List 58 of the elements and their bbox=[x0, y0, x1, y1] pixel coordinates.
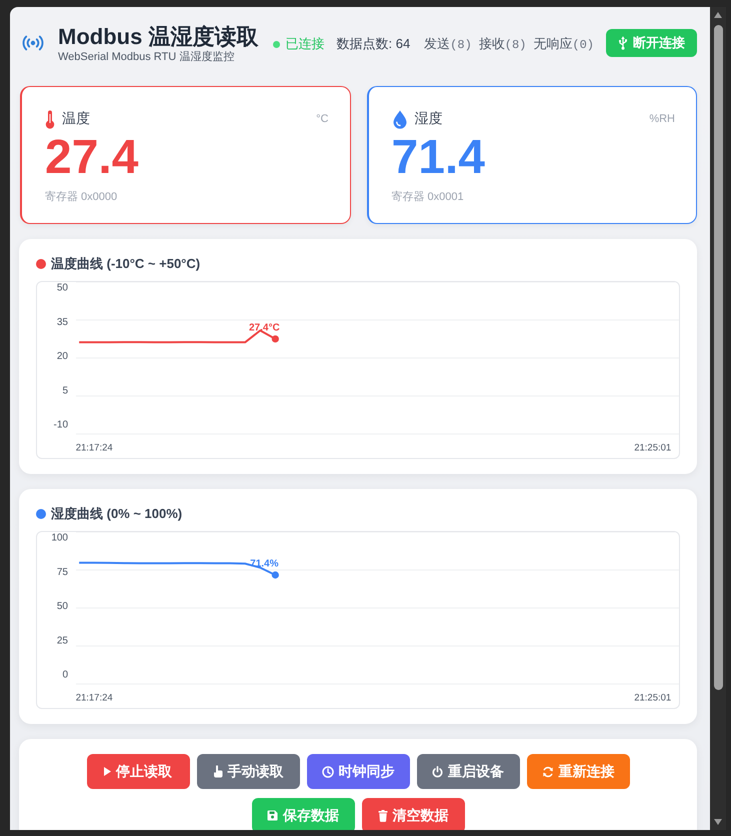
action-button[interactable]: 时钟同步 bbox=[306, 754, 410, 789]
disconnect-button[interactable]: 断开连接 bbox=[606, 29, 697, 57]
counter-label: 接收(8) bbox=[478, 35, 526, 53]
save-icon bbox=[267, 810, 278, 821]
chart-title: 温度曲线 (-10°C ~ +50°C) bbox=[51, 255, 200, 273]
x-axis-label: 21:25:01 bbox=[634, 692, 672, 704]
x-axis-label: 21:17:24 bbox=[76, 442, 113, 454]
action-button[interactable]: 重新连接 bbox=[526, 754, 630, 789]
scrollbar-thumb[interactable] bbox=[714, 25, 722, 690]
action-button[interactable]: 停止读取 bbox=[86, 754, 190, 789]
y-axis-label: 75 bbox=[56, 566, 68, 578]
y-axis-label: 20 bbox=[56, 351, 68, 362]
value-label: 27.4°C bbox=[249, 322, 280, 334]
y-axis-label: 0 bbox=[62, 670, 68, 681]
usb-icon bbox=[618, 36, 628, 50]
sync-icon bbox=[542, 766, 554, 778]
unit-label: %RH bbox=[649, 113, 675, 125]
unit-label: °C bbox=[316, 113, 328, 125]
y-axis-label: 50 bbox=[56, 601, 68, 612]
x-axis-label: 21:25:01 bbox=[634, 442, 672, 454]
x-axis-label: 21:17:24 bbox=[76, 692, 113, 704]
y-axis-label: 25 bbox=[56, 635, 68, 646]
reading-label: 湿度 bbox=[414, 110, 442, 128]
action-button[interactable]: 保存数据 bbox=[252, 798, 354, 830]
chart-title: 湿度曲线 (0% ~ 100%) bbox=[51, 505, 182, 523]
scroll-down-icon[interactable] bbox=[714, 819, 722, 825]
app-title: Modbus 温湿度读取 bbox=[58, 22, 258, 50]
register-label: 寄存器 0x0000 bbox=[45, 190, 118, 204]
counter-label: 无响应(0) bbox=[533, 35, 594, 53]
app-subtitle: WebSerial Modbus RTU 温湿度监控 bbox=[58, 50, 236, 64]
power-icon bbox=[432, 766, 443, 778]
broadcast-icon bbox=[22, 35, 44, 51]
register-label: 寄存器 0x0001 bbox=[392, 190, 465, 204]
action-button[interactable]: 手动读取 bbox=[196, 754, 300, 789]
clock-icon bbox=[322, 766, 334, 778]
thermometer-icon bbox=[45, 110, 55, 128]
value-label: 71.4% bbox=[250, 558, 278, 570]
data-point bbox=[272, 571, 279, 579]
y-axis-label: 100 bbox=[51, 532, 68, 544]
trash-icon bbox=[378, 810, 388, 822]
reading-value: 27.4 bbox=[45, 132, 140, 184]
data-points-count: 数据点数: 64 bbox=[336, 35, 410, 53]
connection-status: 已连接 bbox=[285, 35, 324, 53]
droplet-icon bbox=[392, 110, 408, 128]
y-axis-label: -10 bbox=[54, 420, 68, 431]
y-axis-label: 5 bbox=[62, 385, 68, 396]
reading-value: 71.4 bbox=[392, 132, 486, 184]
action-button[interactable]: 重启设备 bbox=[416, 754, 520, 789]
reading-label: 温度 bbox=[62, 110, 90, 128]
scroll-up-icon[interactable] bbox=[714, 12, 722, 18]
counter-label: 发送(8) bbox=[424, 35, 472, 53]
y-axis-label: 50 bbox=[56, 282, 68, 294]
action-button[interactable]: 清空数据 bbox=[362, 798, 464, 830]
scrollbar[interactable] bbox=[710, 7, 726, 830]
y-axis-label: 35 bbox=[56, 316, 68, 328]
hand-icon bbox=[212, 765, 222, 778]
data-point bbox=[272, 335, 279, 343]
play-icon bbox=[104, 767, 111, 776]
